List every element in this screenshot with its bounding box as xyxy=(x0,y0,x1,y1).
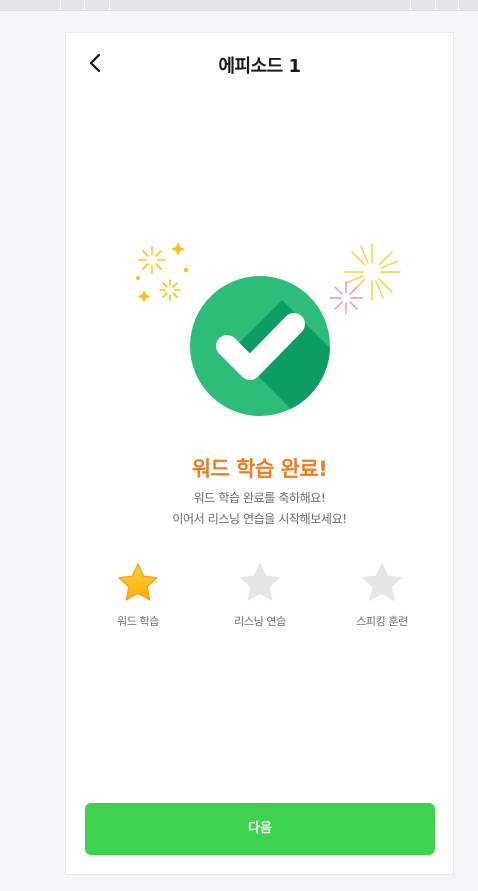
fireworks-icon xyxy=(135,241,189,303)
step-label: 스피킹 훈련 xyxy=(356,615,408,628)
toolbar-divider xyxy=(84,0,85,10)
toolbar-divider xyxy=(109,0,110,10)
step-listening-practice: 리스닝 연습 xyxy=(205,561,315,629)
step-word-study: 워드 학습 xyxy=(83,561,193,629)
next-step-message: 이어서 리스닝 연습을 시작해보세요! xyxy=(172,512,347,526)
progress-steps: 워드 학습 리스닝 연습 스피킹 훈련 xyxy=(66,561,453,631)
toolbar-divider xyxy=(458,0,459,10)
star-icon xyxy=(240,563,280,601)
toolbar-divider xyxy=(60,0,61,10)
step-label: 워드 학습 xyxy=(117,615,159,628)
completion-headline: 워드 학습 완료! xyxy=(191,457,328,481)
toolbar-divider xyxy=(410,0,411,10)
completion-illustration xyxy=(134,238,404,428)
toolbar-divider xyxy=(435,0,436,10)
completion-screen: 에피소드 1 워드 학습 완료! 워드 학습 완료를 축하해요! 이어서 리스닝… xyxy=(65,32,454,875)
fireworks-icon xyxy=(329,281,363,315)
browser-toolbar-strip xyxy=(0,0,478,11)
page-title: 에피소드 1 xyxy=(218,56,301,77)
star-icon xyxy=(118,563,158,601)
star-icon xyxy=(362,563,402,601)
step-speaking-training: 스피킹 훈련 xyxy=(327,561,437,629)
completion-message: 워드 학습 완료를 축하해요! xyxy=(193,491,326,505)
step-label: 리스닝 연습 xyxy=(234,615,286,628)
next-button[interactable]: 다음 xyxy=(85,803,435,855)
check-circle-icon xyxy=(190,276,330,416)
